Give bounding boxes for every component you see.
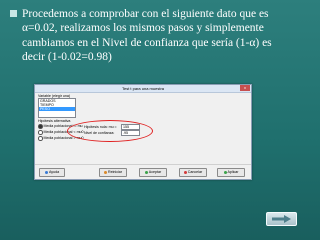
radio-icon[interactable] bbox=[38, 136, 43, 141]
variable-listbox[interactable]: GRADOS TIEMPO PESO bbox=[38, 98, 76, 118]
apply-label: Aplicar bbox=[227, 170, 239, 174]
reset-button[interactable]: Reiniciar bbox=[99, 168, 127, 177]
reset-icon bbox=[104, 170, 107, 174]
bullet-icon bbox=[10, 10, 17, 17]
right-arrow-icon bbox=[272, 215, 291, 223]
apply-icon bbox=[223, 170, 227, 174]
dialog-titlebar: Test t para una muestra x bbox=[35, 85, 251, 93]
help-icon bbox=[44, 170, 48, 174]
reset-label: Reiniciar bbox=[108, 170, 122, 174]
radio-icon[interactable] bbox=[38, 124, 43, 129]
bullet-line-3: cambiamos en el Nivel de confianza que s… bbox=[22, 36, 272, 49]
bullet-line-2: α=0.02, realizamos los mismos pasos y si… bbox=[22, 22, 264, 35]
accept-button[interactable]: Aceptar bbox=[139, 168, 167, 177]
slide-bullet: Procedemos a comprobar con el siguiente … bbox=[10, 7, 310, 64]
check-icon bbox=[144, 170, 148, 174]
close-icon[interactable]: x bbox=[240, 85, 250, 91]
help-button[interactable]: Ayuda bbox=[39, 168, 65, 177]
highlight-ellipse bbox=[67, 120, 153, 142]
hypothesis-label: Hipótesis alternativa bbox=[38, 119, 71, 123]
cancel-label: Cancelar bbox=[187, 170, 203, 174]
apply-button[interactable]: Aplicar bbox=[217, 168, 245, 177]
cancel-icon bbox=[183, 170, 187, 174]
radio-icon[interactable] bbox=[38, 130, 43, 135]
accept-label: Aceptar bbox=[148, 170, 162, 174]
bullet-line-1: Procedemos a comprobar con el siguiente … bbox=[22, 8, 269, 20]
next-slide-button[interactable] bbox=[266, 212, 297, 226]
help-label: Ayuda bbox=[48, 170, 60, 174]
list-item-selected[interactable]: PESO bbox=[39, 107, 75, 111]
dialog-button-bar: Ayuda Reiniciar Aceptar Cancelar Aplicar bbox=[35, 164, 251, 179]
bullet-line-4: decir (1-0.02=0.98) bbox=[22, 50, 112, 63]
cancel-button[interactable]: Cancelar bbox=[179, 168, 207, 177]
dialog-title: Test t para una muestra bbox=[121, 86, 165, 91]
ttest-dialog: Test t para una muestra x Variable (eleg… bbox=[34, 84, 252, 180]
